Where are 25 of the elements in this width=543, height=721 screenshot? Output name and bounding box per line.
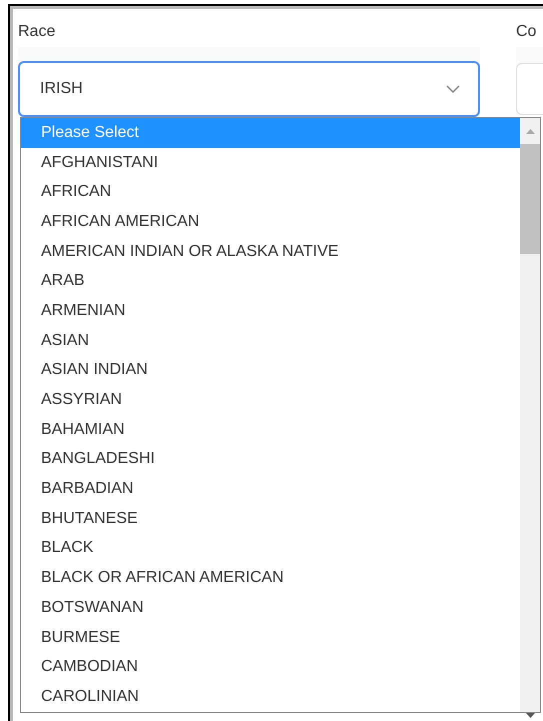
dropdown-option[interactable]: CAMBODIAN — [21, 652, 520, 682]
dropdown-option[interactable]: AFRICAN AMERICAN — [21, 207, 520, 237]
dropdown-option[interactable]: ASIAN INDIAN — [21, 356, 520, 386]
select-field[interactable]: IRISH — [18, 61, 480, 117]
dropdown-option[interactable]: CAROLINIAN — [21, 682, 520, 712]
dropdown-option[interactable]: BLACK — [21, 534, 520, 564]
dropdown-option[interactable]: ARMENIAN — [21, 296, 520, 326]
field-label: Race — [18, 22, 56, 42]
field-label: Co — [516, 22, 536, 42]
scrollbar-thumb[interactable] — [520, 144, 540, 254]
dropdown-option[interactable]: ASIAN — [21, 326, 520, 356]
dropdown-option[interactable]: BARBADIAN — [21, 474, 520, 504]
dropdown-option[interactable]: BANGLADESHI — [21, 444, 520, 474]
dropdown-option[interactable]: BHUTANESE — [21, 504, 520, 534]
dropdown-option[interactable]: BLACK OR AFRICAN AMERICAN — [21, 563, 520, 593]
dropdown-option[interactable]: AFRICAN — [21, 177, 520, 208]
chevron-down-icon — [446, 85, 460, 93]
dropdown-option[interactable]: BAHAMIAN — [21, 414, 520, 445]
dropdown-option[interactable]: ARAB — [21, 266, 520, 296]
scroll-up-icon[interactable] — [526, 129, 534, 134]
dropdown-option[interactable]: BOTSWANAN — [21, 593, 520, 623]
dropdown-option[interactable]: AFGHANISTANI — [21, 148, 520, 178]
dropdown-option[interactable]: BURMESE — [21, 622, 520, 652]
dropdown-option[interactable]: ASSYRIAN — [21, 385, 520, 415]
dropdown-option[interactable]: AMERICAN INDIAN OR ALASKA NATIVE — [21, 236, 520, 266]
